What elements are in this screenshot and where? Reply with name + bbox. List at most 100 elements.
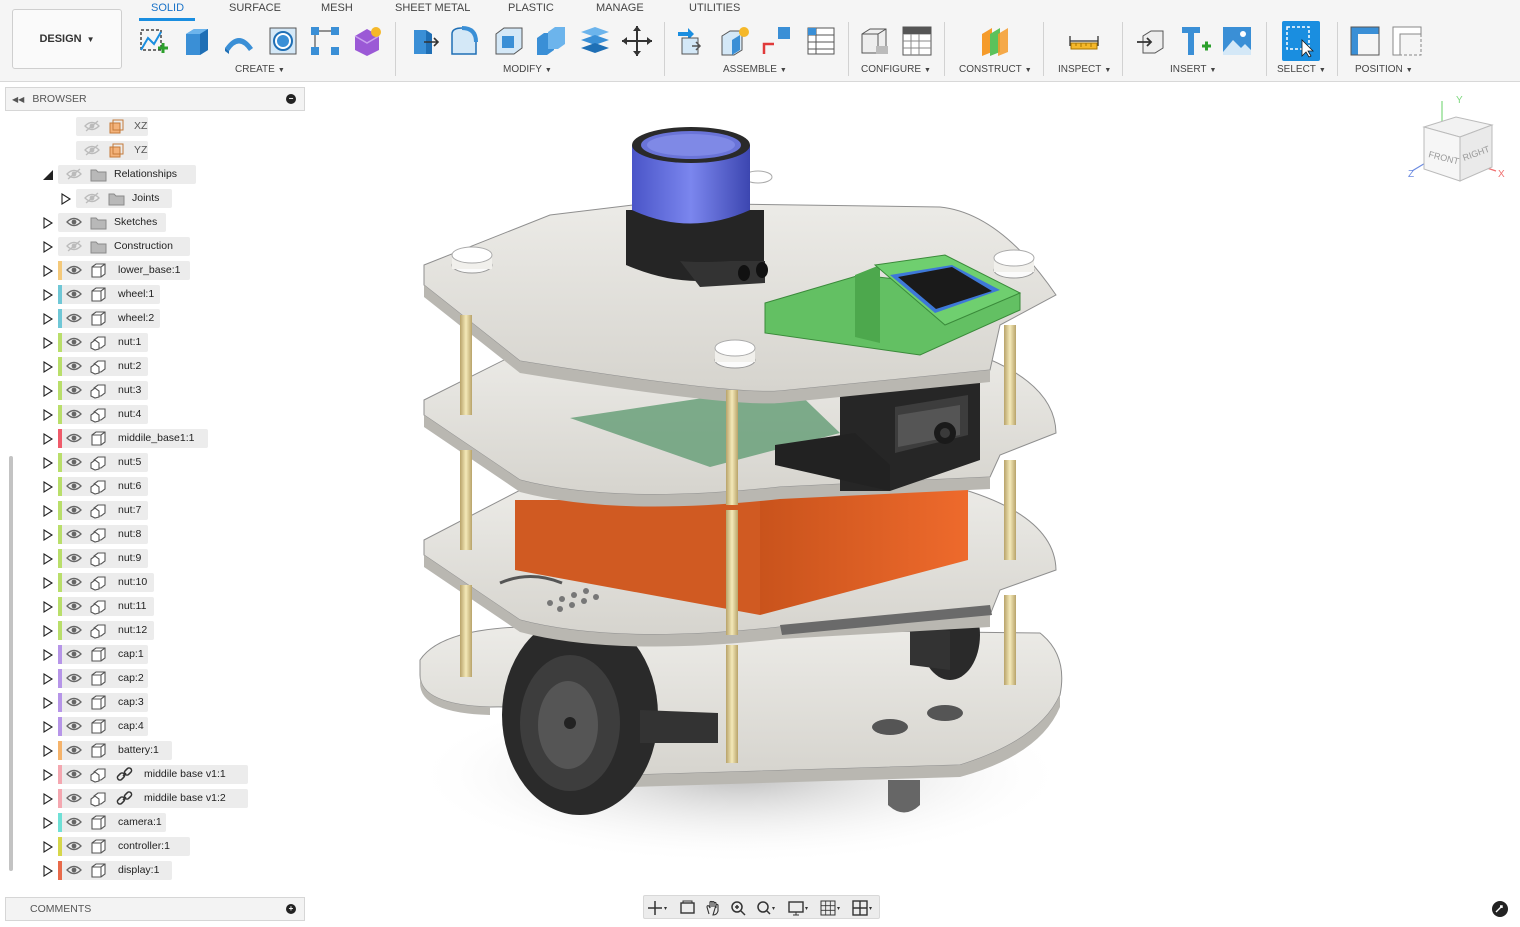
design-workspace-button[interactable]: DESIGN ▼ <box>12 9 122 69</box>
visibility-eye-icon[interactable] <box>66 503 82 517</box>
visibility-eye-icon[interactable] <box>66 863 82 877</box>
expand-icon[interactable] <box>42 576 54 589</box>
browser-item-battery-1[interactable]: battery:1 <box>43 739 320 761</box>
visibility-eye-icon[interactable] <box>66 599 82 613</box>
create-form-icon[interactable] <box>350 24 384 58</box>
browser-item-middile-base-v1-1[interactable]: middile base v1:1 <box>43 763 320 785</box>
browser-item-relationships[interactable]: Relationships <box>43 163 320 185</box>
expand-icon[interactable] <box>42 840 54 853</box>
visibility-hidden-icon[interactable] <box>66 239 82 253</box>
robot-model[interactable] <box>410 127 1070 865</box>
visibility-eye-icon[interactable] <box>66 623 82 637</box>
canvas-image-icon[interactable] <box>1220 24 1254 58</box>
visibility-eye-icon[interactable] <box>66 743 82 757</box>
visibility-eye-icon[interactable] <box>66 431 82 445</box>
configuration-table-icon[interactable] <box>900 24 934 58</box>
expand-icon[interactable] <box>42 408 54 421</box>
visibility-eye-icon[interactable] <box>66 767 82 781</box>
expand-icon[interactable] <box>42 648 54 661</box>
visibility-eye-icon[interactable] <box>66 383 82 397</box>
revert-position-icon[interactable] <box>1390 24 1424 58</box>
expand-icon[interactable] <box>42 792 54 805</box>
new-component-icon[interactable] <box>718 24 752 58</box>
visibility-eye-icon[interactable] <box>66 359 82 373</box>
visibility-eye-icon[interactable] <box>66 527 82 541</box>
browser-item-nut-12[interactable]: nut:12 <box>43 619 320 641</box>
visibility-eye-icon[interactable] <box>66 407 82 421</box>
insert-menu[interactable]: INSERT ▼ <box>1170 64 1216 75</box>
minimize-icon[interactable]: − <box>286 94 296 104</box>
visibility-eye-icon[interactable] <box>66 695 82 709</box>
add-comment-icon[interactable]: + <box>286 904 296 914</box>
lidar[interactable] <box>626 127 768 287</box>
insert-mcmaster-icon[interactable] <box>1178 24 1212 58</box>
browser-item-lower-base-1[interactable]: lower_base:1 <box>43 259 320 281</box>
tab-sheet-metal[interactable]: SHEET METAL <box>395 2 470 14</box>
inspect-menu[interactable]: INSPECT ▼ <box>1058 64 1111 75</box>
shell-icon[interactable] <box>492 24 526 58</box>
browser-item-cap-2[interactable]: cap:2 <box>43 667 320 689</box>
tab-solid[interactable]: SOLID <box>151 2 184 14</box>
browser-item-nut-2[interactable]: nut:2 <box>43 355 320 377</box>
expand-icon[interactable] <box>42 288 54 301</box>
visibility-eye-icon[interactable] <box>66 311 82 325</box>
expand-icon[interactable] <box>42 696 54 709</box>
comments-panel[interactable]: COMMENTS + <box>5 897 305 921</box>
visibility-eye-icon[interactable] <box>66 791 82 805</box>
expand-icon[interactable] <box>42 360 54 373</box>
browser-scrollbar[interactable] <box>9 116 13 876</box>
joint-icon[interactable] <box>676 24 710 58</box>
press-pull-icon[interactable] <box>406 24 440 58</box>
visibility-eye-icon[interactable] <box>66 287 82 301</box>
browser-item-cap-4[interactable]: cap:4 <box>43 715 320 737</box>
browser-item-nut-1[interactable]: nut:1 <box>43 331 320 353</box>
visibility-eye-icon[interactable] <box>66 551 82 565</box>
revolve-icon[interactable] <box>222 24 256 58</box>
scrollbar-thumb[interactable] <box>9 456 13 871</box>
configure-icon[interactable] <box>858 24 892 58</box>
move-copy-icon[interactable] <box>620 24 654 58</box>
visibility-hidden-icon[interactable] <box>84 143 100 157</box>
expand-icon[interactable] <box>42 504 54 517</box>
browser-item-camera-1[interactable]: camera:1 <box>43 811 320 833</box>
display-settings-icon[interactable] <box>787 899 809 917</box>
tab-surface[interactable]: SURFACE <box>229 2 281 14</box>
offset-plane-icon[interactable] <box>978 24 1012 58</box>
measure-icon[interactable] <box>1067 24 1101 58</box>
pattern-icon[interactable] <box>308 24 342 58</box>
expand-icon[interactable] <box>42 312 54 325</box>
browser-item-xz[interactable]: XZ <box>76 115 338 137</box>
visibility-eye-icon[interactable] <box>66 479 82 493</box>
expand-icon[interactable] <box>42 264 54 277</box>
look-at-icon[interactable] <box>677 899 699 917</box>
insert-derive-icon[interactable] <box>1135 24 1169 58</box>
model-viewport[interactable] <box>400 115 1080 875</box>
browser-item-middile-base1-1[interactable]: middile_base1:1 <box>43 427 320 449</box>
expand-icon[interactable] <box>42 720 54 733</box>
visibility-eye-icon[interactable] <box>66 575 82 589</box>
browser-header[interactable]: ◀◀ BROWSER − <box>5 87 305 111</box>
extrude-icon[interactable] <box>180 24 214 58</box>
visibility-eye-icon[interactable] <box>66 215 82 229</box>
assemble-menu[interactable]: ASSEMBLE ▼ <box>723 64 787 75</box>
expand-icon[interactable] <box>42 816 54 829</box>
expand-icon[interactable] <box>42 432 54 445</box>
expand-icon[interactable] <box>42 336 54 349</box>
viewcube[interactable]: Y Z X FRONT RIGHT <box>1404 95 1512 195</box>
browser-item-nut-8[interactable]: nut:8 <box>43 523 320 545</box>
browser-item-sketches[interactable]: Sketches <box>43 211 320 233</box>
hole-icon[interactable] <box>266 24 300 58</box>
browser-item-middile-base-v1-2[interactable]: middile base v1:2 <box>43 787 320 809</box>
select-menu[interactable]: SELECT ▼ <box>1277 64 1326 75</box>
expand-icon[interactable] <box>42 672 54 685</box>
collapse-panel-icon[interactable]: ◀◀ <box>12 95 24 104</box>
expand-icon[interactable] <box>42 384 54 397</box>
capture-position-icon[interactable] <box>1348 24 1382 58</box>
create-sketch-icon[interactable] <box>136 24 170 58</box>
configure-menu[interactable]: CONFIGURE ▼ <box>861 64 931 75</box>
browser-item-construction[interactable]: Construction <box>43 235 320 257</box>
construct-menu[interactable]: CONSTRUCT ▼ <box>959 64 1032 75</box>
browser-item-nut-9[interactable]: nut:9 <box>43 547 320 569</box>
browser-item-yz[interactable]: YZ <box>76 139 338 161</box>
expand-icon[interactable] <box>42 240 54 253</box>
